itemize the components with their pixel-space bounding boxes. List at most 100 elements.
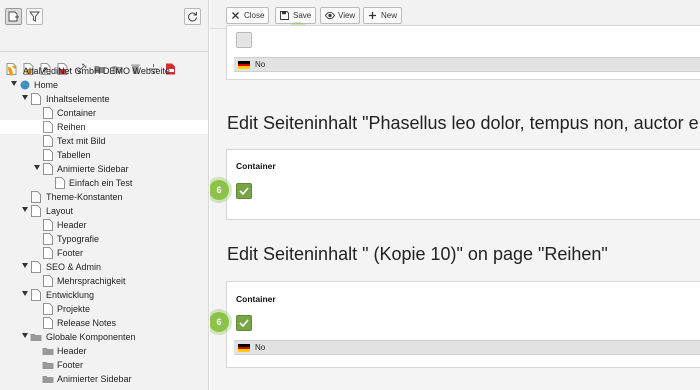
page-icon (31, 261, 41, 273)
tree-site-title: AltaMediNet GmbH DEMO Webseite (23, 66, 170, 76)
tree-item-global-animierter-sidebar[interactable]: Animierter Sidebar (0, 372, 208, 386)
tree-item-layout[interactable]: Layout (0, 204, 208, 218)
tree-item-label: Globale Komponenten (46, 332, 136, 342)
typo3-logo-icon (7, 65, 17, 77)
new-button-label: New (381, 11, 398, 20)
container-checkbox-unchecked[interactable] (236, 32, 252, 48)
page-icon (31, 191, 41, 203)
page-icon (43, 275, 53, 287)
tree-item-reihen[interactable]: Reihen (0, 120, 208, 134)
folder-icon (42, 373, 54, 385)
tree-item-seo-admin[interactable]: SEO & Admin (0, 260, 208, 274)
edit-content-area: No Edit Seiteninhalt "Phasellus leo dolo… (210, 25, 700, 390)
page-tree-panel: AltaMediNet GmbH DEMO Webseite Home Inha… (0, 0, 209, 390)
page-icon (43, 121, 53, 133)
collapse-toggle-icon[interactable] (22, 263, 28, 268)
close-icon (232, 12, 239, 19)
section-heading-2: Edit Seiteninhalt "Phasellus leo dolor, … (227, 113, 699, 133)
tree-item-label: Theme-Konstanten (46, 192, 123, 202)
tree-item-label: Animierte Sidebar (57, 164, 129, 174)
tree-item-header[interactable]: Header (0, 218, 208, 232)
tree-item-label: Release Notes (57, 318, 117, 328)
container-field-label: Container (236, 294, 276, 304)
tree-item-text-mit-bild[interactable]: Text mit Bild (0, 134, 208, 148)
page-icon (43, 219, 53, 231)
refresh-button[interactable] (184, 8, 201, 25)
page-icon (43, 107, 53, 119)
container-checkbox-checked[interactable] (236, 315, 252, 331)
page-icon (43, 149, 53, 161)
tree-item-label: Home (34, 80, 59, 90)
language-label: No (255, 343, 266, 352)
tree-item-label: Header (57, 346, 87, 356)
page-type-toolbar (0, 29, 208, 75)
collapse-toggle-icon[interactable] (22, 95, 28, 100)
language-label: No (255, 60, 266, 69)
tree-item-mehrsprachigkeit[interactable]: Mehrsprachigkeit (0, 274, 208, 288)
content-card-2: Container (226, 149, 700, 220)
eye-icon (325, 11, 335, 20)
new-page-button[interactable] (5, 8, 22, 25)
page-icon (43, 135, 53, 147)
tree-item-label: Inhaltselemente (46, 94, 110, 104)
tree-item-label: Text mit Bild (57, 136, 106, 146)
tree-item-label: Footer (57, 248, 84, 258)
tree-item-label: Projekte (57, 304, 91, 314)
collapse-toggle-icon[interactable] (22, 333, 28, 338)
tree-item-entwicklung[interactable]: Entwicklung (0, 288, 208, 302)
globe-icon (20, 79, 30, 91)
step-badge-checkbox-2: 6 (210, 312, 229, 332)
tree-item-home[interactable]: Home (0, 78, 208, 92)
page-icon (31, 93, 41, 105)
filter-icon (29, 11, 40, 22)
collapse-toggle-icon[interactable] (11, 81, 17, 86)
tree-item-globale-komponenten[interactable]: Globale Komponenten (0, 330, 208, 344)
content-card-1: No (226, 25, 700, 80)
tree-item-label: Typografie (57, 234, 100, 244)
save-button-label: Save (293, 11, 312, 20)
tree-item-label: Header (57, 220, 87, 230)
page-icon (31, 205, 41, 217)
tree-item-release-notes[interactable]: Release Notes (0, 316, 208, 330)
tree-item-projekte[interactable]: Projekte (0, 302, 208, 316)
page-icon (43, 317, 53, 329)
filter-button[interactable] (26, 8, 43, 25)
page-icon (31, 289, 41, 301)
tree-root[interactable]: AltaMediNet GmbH DEMO Webseite (0, 64, 208, 78)
container-checkbox-checked[interactable] (236, 183, 252, 199)
tree-item-label: Entwicklung (46, 290, 95, 300)
tree-item-label: Mehrsprachigkeit (57, 276, 126, 286)
tree-item-label: Layout (46, 206, 74, 216)
tree-item-container[interactable]: Container (0, 106, 208, 120)
tree-item-tabellen[interactable]: Tabellen (0, 148, 208, 162)
view-button[interactable]: View (320, 7, 361, 24)
close-button[interactable]: Close (226, 7, 270, 24)
tree-item-animierte-sidebar[interactable]: Animierte Sidebar (0, 162, 208, 176)
collapse-toggle-icon[interactable] (22, 207, 28, 212)
new-button[interactable]: New (363, 7, 403, 24)
collapse-toggle-icon[interactable] (22, 291, 28, 296)
tree-toolbar (0, 0, 208, 29)
german-flag-icon (238, 61, 250, 69)
german-flag-icon (238, 344, 250, 352)
tree-item-inhaltselemente[interactable]: Inhaltselemente (0, 92, 208, 106)
tree-item-label: Container (57, 108, 97, 118)
content-card-3: Container No (226, 281, 700, 368)
refresh-icon (188, 12, 197, 22)
tree-item-global-header[interactable]: Header (0, 344, 208, 358)
container-field-label: Container (236, 161, 276, 171)
tree-item-theme-konstanten[interactable]: Theme-Konstanten (0, 190, 208, 204)
tree-item-einfach-ein-test[interactable]: Einfach ein Test (0, 176, 208, 190)
tree-item-global-footer[interactable]: Footer (0, 358, 208, 372)
tree-item-footer[interactable]: Footer (0, 246, 208, 260)
tree-item-typografie[interactable]: Typografie (0, 232, 208, 246)
folder-icon (30, 331, 42, 343)
language-bar: No (234, 340, 700, 355)
page-icon (43, 163, 53, 175)
tree-item-label: Einfach ein Test (69, 178, 133, 188)
tree-item-label: Footer (57, 360, 84, 370)
save-button[interactable]: Save (275, 7, 317, 24)
collapse-toggle-icon[interactable] (34, 165, 40, 170)
language-bar: No (234, 57, 700, 72)
tree-item-label: Animierter Sidebar (57, 374, 132, 384)
